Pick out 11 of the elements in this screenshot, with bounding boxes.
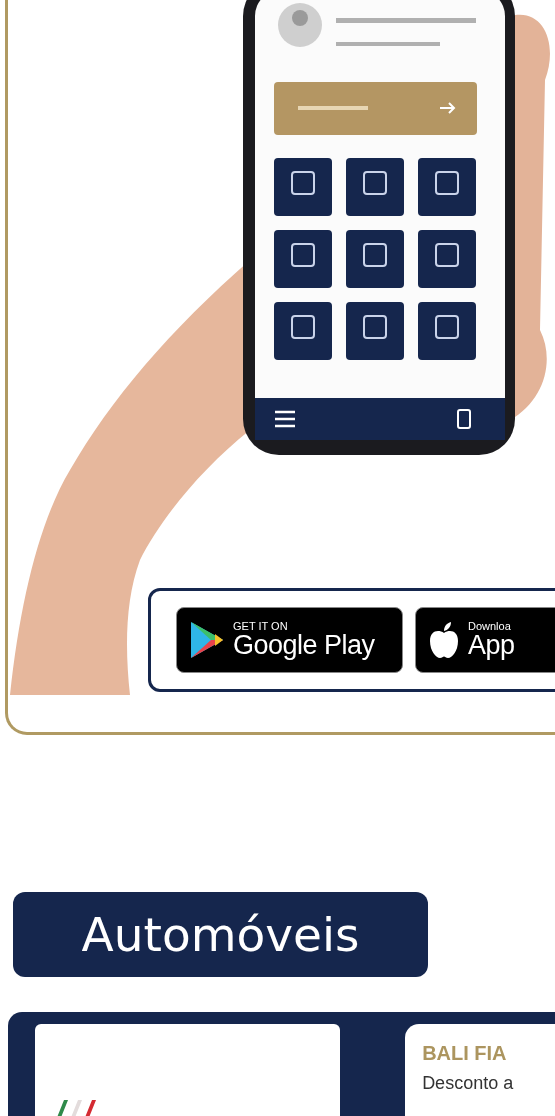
badge-caption: Downloa bbox=[468, 621, 512, 632]
play-triangle-icon bbox=[189, 620, 225, 660]
section-heading: Automóveis bbox=[13, 892, 428, 977]
store-name: App bbox=[468, 632, 515, 659]
google-play-badge[interactable]: GET IT ON Google Play bbox=[176, 607, 403, 673]
apple-icon bbox=[428, 621, 460, 659]
listing-description: Desconto a bbox=[422, 1073, 515, 1094]
app-store-badge[interactable]: Downloa App bbox=[415, 607, 555, 673]
badge-caption: GET IT ON bbox=[233, 621, 289, 632]
store-name: Google Play bbox=[233, 632, 375, 659]
listing-title: BALI FIA bbox=[422, 1042, 508, 1065]
